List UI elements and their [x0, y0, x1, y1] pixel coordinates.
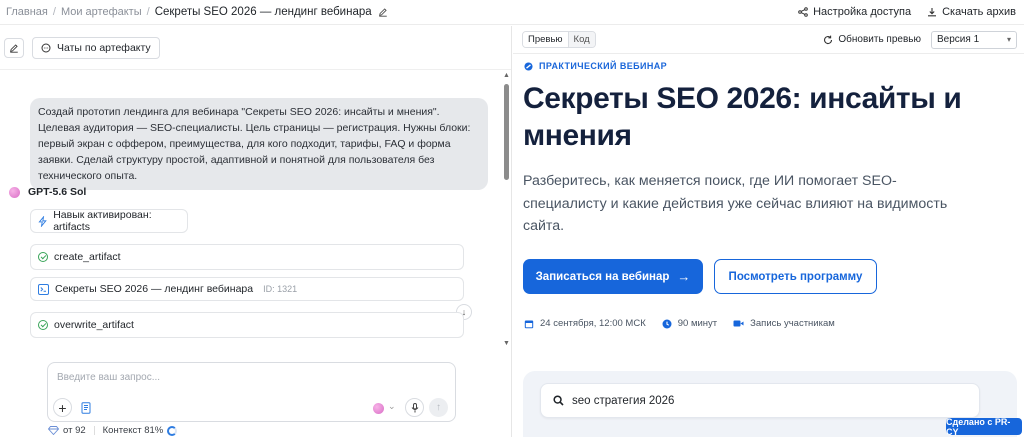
scroll-down-icon[interactable]: ▼ [503, 340, 510, 347]
chat-toolbar: Чаты по артефакту [0, 26, 511, 70]
artifact-link-card[interactable]: Секреты SEO 2026 — лендинг вебинара ID: … [30, 277, 464, 301]
edit-title-icon[interactable] [378, 7, 388, 17]
breadcrumb: Главная / Мои артефакты / Секреты SEO 20… [0, 6, 388, 18]
meta-recording: Запись участникам [733, 318, 835, 329]
top-bar: Главная / Мои артефакты / Секреты SEO 20… [0, 0, 1024, 25]
check-circle-icon [38, 252, 48, 262]
logo-mark-icon [524, 61, 533, 71]
terminal-icon [38, 283, 49, 295]
chat-scrollbar[interactable]: ▲ ▼ [501, 70, 511, 350]
usage-footer: от 92 Контекст 81% [48, 425, 178, 436]
model-header: GPT-5.6 Sol [9, 186, 86, 198]
artifact-title: Секреты SEO 2026 — лендинг вебинара [55, 283, 254, 295]
refresh-icon [824, 35, 833, 44]
meta-date-label: 24 сентября, 12:00 МСК [540, 318, 646, 329]
artifact-id: ID: 1321 [263, 284, 298, 294]
view-switcher: Превью Код [522, 31, 596, 48]
footer-divider [93, 426, 95, 435]
scrollbar-thumb[interactable] [504, 84, 509, 180]
program-button[interactable]: Посмотреть программу [714, 259, 877, 294]
mock-search-bar: seo стратегия 2026 [540, 383, 980, 418]
clock-icon [662, 319, 672, 328]
version-value: Версия 1 [937, 34, 980, 45]
meta-date: 24 сентября, 12:00 МСК [524, 318, 646, 329]
prompt-input[interactable]: Введите ваш запрос... [57, 372, 160, 383]
share-settings-button[interactable]: Настройка доступа [798, 6, 911, 18]
artifact-chats-label: Чаты по артефакту [57, 41, 151, 54]
download-archive-button[interactable]: Скачать архив [927, 6, 1016, 18]
hero-title: Секреты SEO 2026: инсайты и мнения [523, 82, 962, 152]
cost-label: от 92 [63, 425, 86, 436]
preview-pane: Превью Код Обновить превью Версия 1 ▾ ПР… [513, 26, 1024, 437]
register-label: Записаться на вебинар [535, 270, 670, 283]
meta-duration: 90 минут [662, 318, 717, 329]
skill-label: Навык активирован: artifacts [53, 209, 152, 233]
kicker-label: ПРАКТИЧЕСКИЙ ВЕБИНАР [539, 61, 668, 71]
send-button[interactable]: ↑ [429, 398, 448, 417]
tool-call-label: overwrite_artifact [54, 319, 134, 331]
plus-icon: + [58, 399, 67, 416]
refresh-preview-button[interactable]: Обновить превью [823, 34, 921, 45]
context-label: Контекст 81% [102, 425, 164, 436]
tab-code[interactable]: Код [568, 32, 595, 47]
register-button[interactable]: Записаться на вебинар → [523, 259, 703, 294]
chevron-down-icon[interactable]: ⌄ [388, 401, 396, 412]
tool-call-label: create_artifact [54, 251, 121, 263]
pencil-icon [10, 43, 18, 53]
tool-call-create-artifact[interactable]: create_artifact [30, 244, 464, 270]
microphone-icon [411, 402, 418, 412]
event-meta: 24 сентября, 12:00 МСК 90 минут Запись у… [524, 318, 851, 329]
attach-button[interactable]: + [53, 398, 72, 417]
skill-activated-card[interactable]: Навык активирован: artifacts [30, 209, 188, 233]
prompt-composer[interactable]: Введите ваш запрос... + ⌄ ↑ [47, 362, 456, 422]
scroll-up-icon[interactable]: ▲ [503, 72, 510, 79]
video-camera-icon [733, 320, 744, 327]
version-select[interactable]: Версия 1 ▾ [931, 30, 1017, 49]
program-label: Посмотреть программу [728, 270, 863, 283]
made-with-badge[interactable]: Сделано с PR-CY [946, 417, 1022, 437]
chat-bubble-icon [41, 43, 51, 52]
preview-toolbar: Превью Код Обновить превью Версия 1 ▾ [513, 26, 1024, 54]
meta-duration-label: 90 минут [677, 318, 718, 329]
user-message: Создай прототип лендинга для вебинара "С… [30, 98, 488, 190]
document-icon[interactable] [81, 402, 91, 414]
share-label: Настройка доступа [813, 6, 912, 18]
model-name: GPT-5.6 Sol [28, 186, 87, 198]
new-chat-button[interactable] [4, 37, 24, 58]
download-label: Скачать архив [942, 6, 1016, 18]
chevron-down-icon: ▾ [1006, 35, 1011, 44]
search-icon [553, 395, 564, 406]
tab-preview[interactable]: Превью [523, 32, 569, 47]
diamond-icon [48, 426, 59, 435]
share-icon [798, 7, 808, 17]
breadcrumb-separator: / [52, 6, 56, 18]
check-circle-icon [38, 320, 48, 330]
meta-recording-label: Запись участникам [750, 318, 835, 329]
model-selector-avatar[interactable] [373, 403, 384, 414]
context-progress-ring [167, 425, 178, 436]
arrow-up-icon: ↑ [436, 402, 441, 413]
mock-search-text: seo стратегия 2026 [572, 394, 675, 407]
download-icon [928, 8, 937, 17]
breadcrumb-artifacts[interactable]: Мои артефакты [61, 6, 142, 18]
breadcrumb-current: Секреты SEO 2026 — лендинг вебинара [154, 6, 372, 18]
breadcrumb-home[interactable]: Главная [6, 6, 48, 18]
hero-kicker: ПРАКТИЧЕСКИЙ ВЕБИНАР [524, 61, 667, 71]
model-avatar [9, 186, 20, 198]
hero-visual-card: seo стратегия 2026 [523, 371, 1017, 437]
hero-lead: Разберитесь, как меняется поиск, где ИИ … [523, 173, 948, 234]
breadcrumb-separator: / [146, 6, 150, 18]
tool-call-overwrite-artifact[interactable]: overwrite_artifact [30, 312, 464, 338]
lightning-icon [38, 215, 47, 227]
chat-pane: Чаты по артефакту ▲ ▼ Создай прототип ле… [0, 26, 512, 437]
voice-input-button[interactable] [405, 398, 424, 417]
refresh-label: Обновить превью [838, 34, 921, 45]
landing-preview: ПРАКТИЧЕСКИЙ ВЕБИНАР Секреты SEO 2026: и… [513, 55, 1024, 437]
arrow-right-icon: → [677, 269, 691, 284]
artifact-chats-button[interactable]: Чаты по артефакту [32, 36, 160, 59]
calendar-icon [524, 320, 534, 328]
